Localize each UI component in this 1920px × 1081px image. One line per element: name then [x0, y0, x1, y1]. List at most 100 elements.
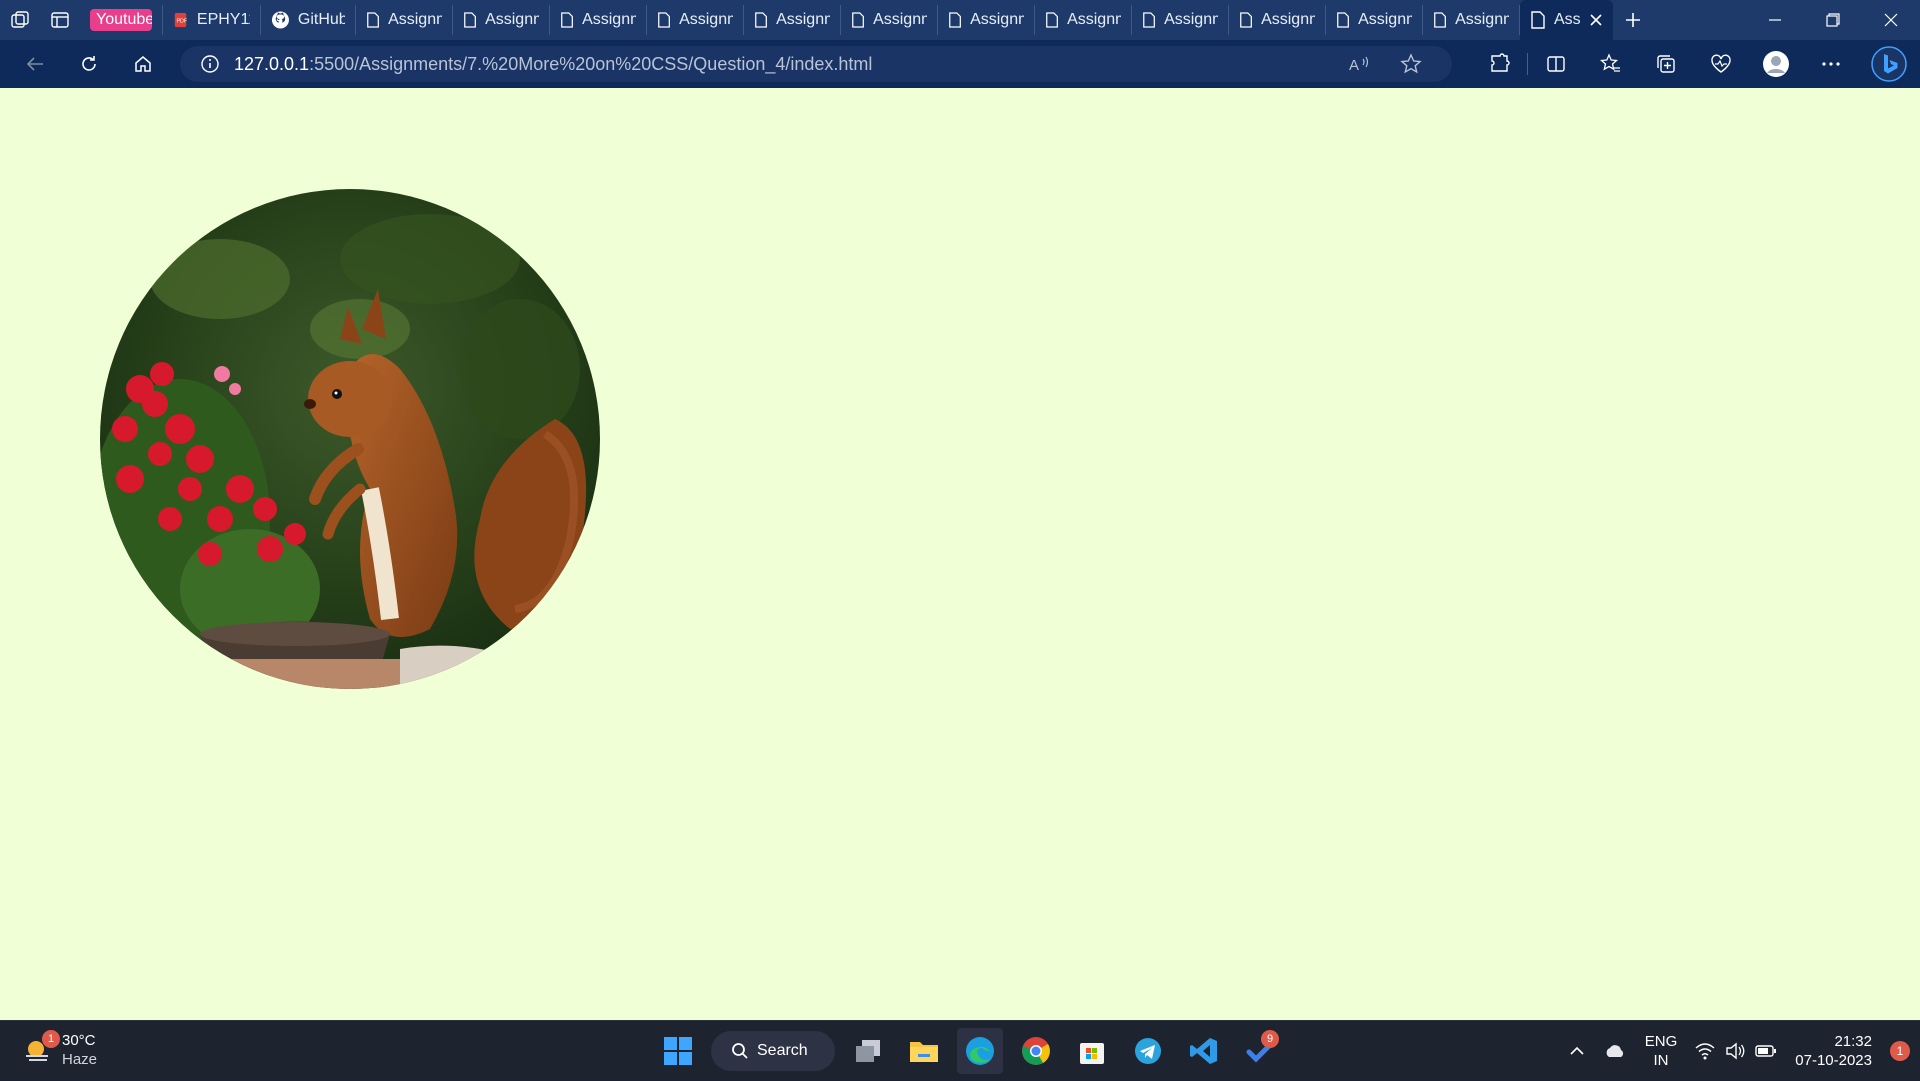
clock-time: 21:32	[1834, 1033, 1872, 1050]
taskbar-apps: Search 9	[655, 1027, 1283, 1075]
notification-badge[interactable]: 1	[1890, 1041, 1910, 1061]
tab-actions-icon[interactable]	[40, 0, 80, 40]
tab-label: Youtube	[90, 9, 152, 31]
close-tab-icon[interactable]	[1589, 13, 1603, 27]
tab-assignment[interactable]: Assignm	[1132, 5, 1229, 35]
window-controls	[1746, 0, 1920, 40]
home-button[interactable]	[116, 40, 170, 88]
todo-badge: 9	[1261, 1030, 1279, 1048]
onedrive-cloud-icon[interactable]	[1603, 1043, 1627, 1059]
edge-icon	[966, 1037, 994, 1065]
tab-assignment[interactable]: Assignm	[647, 5, 744, 35]
taskbar: 1 30°C Haze Search 9 ENG IN 21:32 07-10-…	[0, 1020, 1920, 1080]
clock-date: 07-10-2023	[1795, 1052, 1872, 1069]
favorite-star-icon[interactable]	[1400, 53, 1422, 75]
tab-bar: Youtube PDF EPHY11 GitHub Assignm Assign…	[0, 0, 1920, 40]
page-icon	[1143, 12, 1155, 28]
vscode-button[interactable]	[1181, 1028, 1227, 1074]
url-field[interactable]: 127.0.0.1:5500/Assignments/7.%20More%20o…	[180, 46, 1452, 82]
tab-label: EPHY11	[196, 11, 250, 28]
start-button[interactable]	[655, 1028, 701, 1074]
store-icon	[1080, 1043, 1104, 1064]
todo-button[interactable]: 9	[1237, 1028, 1283, 1074]
folder-icon	[910, 1042, 938, 1062]
tab-label: Assignm	[1261, 11, 1315, 28]
close-icon	[1884, 13, 1898, 27]
battery-icon	[1755, 1045, 1777, 1057]
minimize-button[interactable]	[1746, 0, 1804, 40]
tab-assignment[interactable]: Assignm	[453, 5, 550, 35]
clock[interactable]: 21:32 07-10-2023	[1795, 1032, 1872, 1070]
puzzle-icon	[1490, 53, 1510, 72]
info-icon[interactable]	[200, 54, 220, 74]
tab-label: Assignm	[1164, 11, 1218, 28]
taskbar-search[interactable]: Search	[711, 1031, 835, 1071]
close-window-button[interactable]	[1862, 0, 1920, 40]
restore-button[interactable]	[1804, 0, 1862, 40]
tab-assignment[interactable]: Assignm	[1229, 5, 1326, 35]
browser-essentials-button[interactable]	[1693, 40, 1748, 88]
weather-temp: 30°C	[62, 1032, 96, 1049]
tab-github[interactable]: GitHub	[261, 5, 356, 35]
tab-label: Assignm	[485, 11, 539, 28]
split-screen-button[interactable]	[1528, 40, 1583, 88]
tab-ephy[interactable]: PDF EPHY11	[163, 5, 261, 35]
vscode-icon	[1190, 1038, 1217, 1064]
heart-pulse-icon	[1710, 54, 1731, 73]
tab-youtube[interactable]: Youtube	[80, 5, 163, 35]
back-button[interactable]	[8, 40, 62, 88]
favorites-icon	[1599, 53, 1620, 72]
chrome-button[interactable]	[1013, 1028, 1059, 1074]
more-options-button[interactable]	[1803, 40, 1858, 88]
squirrel-photo	[100, 189, 600, 689]
language-indicator[interactable]: ENG IN	[1645, 1032, 1678, 1070]
edge-button[interactable]	[957, 1028, 1003, 1074]
weather-widget[interactable]: 1 30°C Haze	[22, 1030, 98, 1069]
tab-assignment[interactable]: Assignm	[1423, 5, 1520, 35]
volume-icon	[1726, 1042, 1745, 1060]
weather-desc: Haze	[62, 1051, 98, 1068]
collections-button[interactable]	[1638, 40, 1693, 88]
new-tab-button[interactable]	[1613, 0, 1653, 40]
favorites-button[interactable]	[1583, 40, 1638, 88]
tab-label: Assignm	[1067, 11, 1121, 28]
lang-bottom: IN	[1653, 1052, 1669, 1069]
collections-icon	[1656, 55, 1675, 73]
workspaces-icon[interactable]	[0, 0, 40, 40]
bing-icon	[1871, 46, 1907, 82]
tab-assignment[interactable]: Assignm	[938, 5, 1035, 35]
lang-top: ENG	[1644, 1033, 1678, 1050]
tab-assignment[interactable]: Assignm	[1326, 5, 1423, 35]
telegram-button[interactable]	[1125, 1028, 1171, 1074]
refresh-button[interactable]	[62, 40, 116, 88]
extensions-button[interactable]	[1472, 40, 1527, 88]
copilot-button[interactable]	[1858, 40, 1920, 88]
telegram-icon	[1135, 1038, 1161, 1064]
tab-assignment[interactable]: Assignm	[1035, 5, 1132, 35]
tab-assignment[interactable]: Assignm	[841, 5, 938, 35]
tab-active[interactable]: Ass	[1520, 0, 1613, 40]
tab-label: GitHub	[297, 11, 345, 28]
tab-assignment[interactable]: Assignm	[744, 5, 841, 35]
page-icon	[464, 12, 476, 28]
tab-assignment[interactable]: Assignm	[550, 5, 647, 35]
home-icon	[135, 56, 151, 72]
store-button[interactable]	[1069, 1028, 1115, 1074]
page-icon	[1046, 12, 1058, 28]
profile-button[interactable]	[1748, 40, 1803, 88]
page-content	[0, 88, 1920, 1020]
page-icon	[1337, 12, 1349, 28]
page-icon	[852, 12, 864, 28]
read-aloud-icon[interactable]: A	[1348, 54, 1370, 74]
task-view-button[interactable]	[845, 1028, 891, 1074]
toolbar	[1472, 40, 1920, 88]
page-icon	[1240, 12, 1252, 28]
back-arrow-icon	[26, 57, 43, 71]
chevron-up-icon[interactable]	[1569, 1043, 1585, 1059]
tab-assignment[interactable]: Assignm	[356, 5, 453, 35]
page-icon	[561, 12, 573, 28]
file-explorer-button[interactable]	[901, 1028, 947, 1074]
quick-settings[interactable]	[1695, 1042, 1777, 1060]
svg-text:PDF: PDF	[177, 19, 188, 25]
wifi-icon	[1695, 1043, 1715, 1060]
